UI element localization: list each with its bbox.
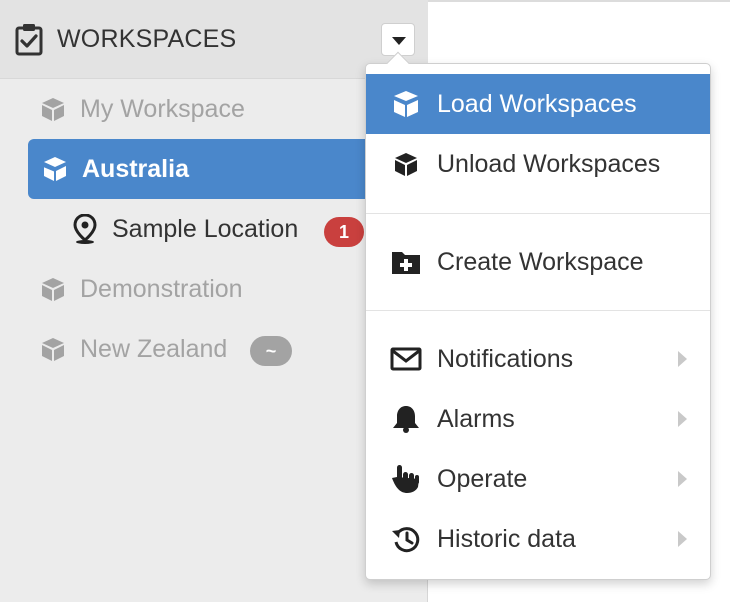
tree-item-label: Australia (82, 154, 189, 183)
tree-item-label: Demonstration (80, 274, 243, 303)
cube-icon (42, 338, 64, 361)
cube-icon (395, 153, 417, 176)
menu-item-operate[interactable]: Operate (366, 449, 710, 509)
menu-divider (366, 310, 710, 311)
chevron-right-icon (678, 471, 687, 487)
workspaces-dropdown-menu: Load Workspaces Unload Workspaces Create… (365, 51, 711, 580)
status-badge: ~ (250, 336, 292, 366)
menu-item-label: Alarms (437, 404, 515, 433)
folder-plus-icon (392, 252, 420, 274)
menu-item-unload-workspaces[interactable]: Unload Workspaces (366, 134, 710, 194)
workspaces-title: WORKSPACES (57, 25, 237, 53)
notification-badge: 1 (324, 217, 364, 247)
cubes-open-icon (394, 91, 418, 117)
menu-item-alarms[interactable]: Alarms (366, 389, 710, 449)
tree-item-new-zealand[interactable]: New Zealand (40, 319, 240, 379)
history-icon (392, 527, 420, 553)
menu-divider (366, 213, 710, 214)
bell-icon (393, 406, 419, 433)
chevron-right-icon (678, 531, 687, 547)
menu-item-label: Load Workspaces (437, 89, 637, 118)
menu-item-create-workspace[interactable]: Create Workspace (366, 232, 710, 292)
menu-item-notifications[interactable]: Notifications (366, 329, 710, 389)
cube-icon (42, 278, 64, 301)
tree-item-demonstration[interactable]: Demonstration (40, 259, 420, 319)
chevron-right-icon (678, 351, 687, 367)
caret-down-icon (392, 37, 406, 45)
tree-item-label: New Zealand (80, 334, 228, 363)
tree-item-label: Sample Location (112, 214, 299, 243)
cube-icon (42, 98, 64, 121)
chevron-right-icon (678, 411, 687, 427)
menu-item-label: Historic data (437, 524, 576, 553)
workspaces-header: WORKSPACES (0, 0, 428, 79)
tree-item-sample-location[interactable]: Sample Location (72, 199, 322, 259)
menu-item-historic-data[interactable]: Historic data (366, 509, 710, 569)
tree-item-label: My Workspace (80, 94, 245, 123)
map-pin-icon (73, 214, 97, 244)
hand-pointer-icon (392, 465, 419, 493)
menu-item-load-workspaces[interactable]: Load Workspaces (366, 74, 710, 134)
workspace-sidebar: WORKSPACES My Workspace Australia Sample… (0, 0, 428, 602)
menu-item-label: Notifications (437, 344, 574, 373)
envelope-icon (390, 347, 422, 371)
cubes-open-icon (42, 157, 66, 181)
top-border (428, 0, 730, 2)
menu-item-label: Unload Workspaces (437, 149, 661, 178)
clipboard-check-icon (15, 24, 43, 56)
menu-item-label: Operate (437, 464, 528, 493)
tree-item-my-workspace[interactable]: My Workspace (40, 79, 420, 139)
menu-item-label: Create Workspace (437, 247, 644, 276)
